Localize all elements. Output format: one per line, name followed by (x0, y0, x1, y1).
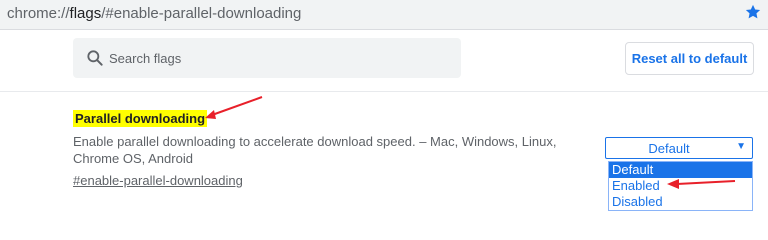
url-scheme: chrome:// (7, 5, 70, 22)
search-box[interactable] (73, 38, 461, 78)
flag-permalink[interactable]: #enable-parallel-downloading (73, 173, 243, 188)
url-text[interactable]: chrome://flags/#enable-parallel-download… (7, 5, 301, 22)
url-path: /#enable-parallel-downloading (101, 5, 302, 22)
option-enabled[interactable]: Enabled (609, 178, 752, 194)
flag-description: Enable parallel downloading to accelerat… (73, 134, 557, 166)
url-host: flags (69, 5, 102, 22)
flag-state-select[interactable]: Default ▼ (605, 137, 753, 159)
search-input[interactable] (109, 38, 449, 78)
select-dropdown-list: Default Enabled Disabled (608, 161, 753, 211)
chevron-down-icon: ▼ (736, 141, 746, 152)
flag-title: Parallel downloading (73, 110, 208, 127)
search-icon (87, 50, 103, 66)
reset-all-button[interactable]: Reset all to default (625, 42, 754, 75)
divider (0, 91, 768, 92)
option-disabled[interactable]: Disabled (609, 194, 752, 210)
annotation-arrow-title (205, 96, 263, 119)
star-icon[interactable] (744, 3, 762, 21)
address-bar[interactable]: chrome://flags/#enable-parallel-download… (0, 0, 768, 30)
select-value: Default (648, 141, 690, 156)
option-default[interactable]: Default (609, 162, 752, 178)
